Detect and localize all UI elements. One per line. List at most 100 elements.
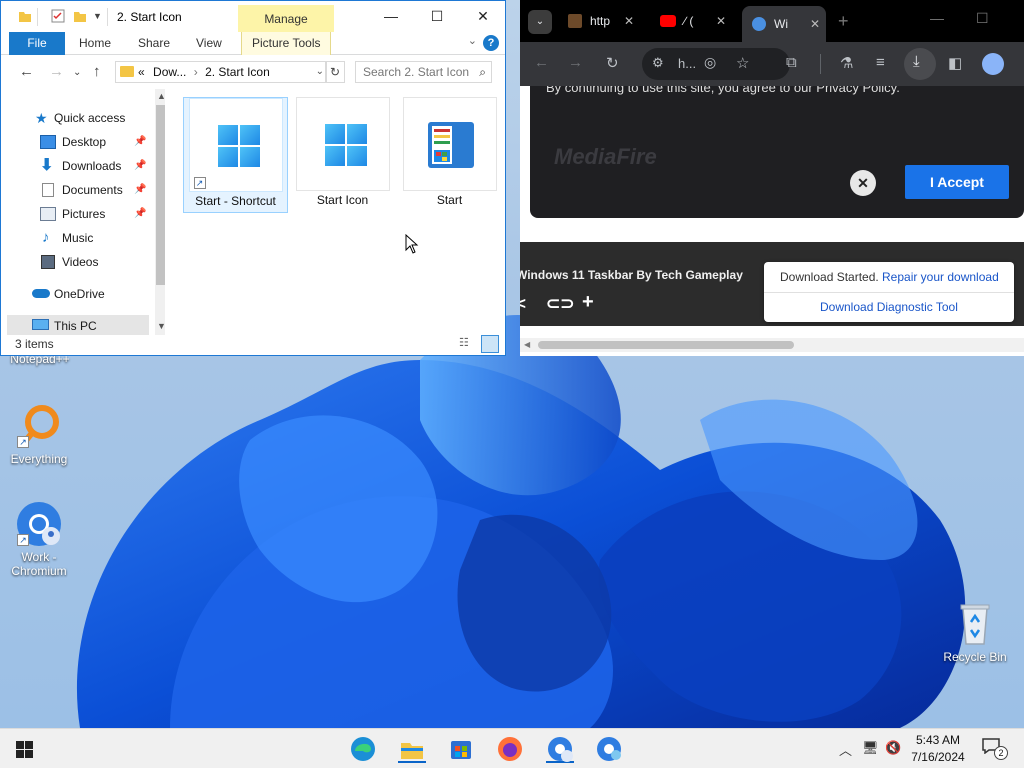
- refresh-button[interactable]: ↻: [325, 61, 345, 83]
- scroll-left-icon[interactable]: ◀: [524, 340, 530, 349]
- tab-picture-tools[interactable]: Picture Tools: [241, 32, 332, 55]
- minimize-button[interactable]: —: [930, 10, 944, 26]
- scroll-down-icon[interactable]: ▼: [157, 321, 165, 331]
- side-panel-icon[interactable]: ◧: [948, 54, 962, 72]
- browser-tab-1[interactable]: http ✕: [560, 6, 640, 36]
- nav-item-this-pc[interactable]: This PC: [7, 315, 149, 335]
- chromium-browser-window[interactable]: ⌄ http ✕ ∕ ( ✕ Wi ✕ + — ☐ ← → ↻ ⚙ h... ◎…: [520, 0, 1024, 356]
- file-start-icon[interactable]: Start Icon: [290, 97, 395, 213]
- share-icon[interactable]: <: [520, 294, 526, 314]
- network-icon[interactable]: 🖥: [862, 740, 879, 756]
- microsoft-store-icon[interactable]: [447, 735, 475, 763]
- back-arrow-icon[interactable]: ←: [19, 63, 34, 80]
- address-bar[interactable]: ⚙ h... ◎ ☆: [642, 48, 790, 80]
- large-icons-view-icon[interactable]: [481, 335, 499, 353]
- consent-text: By continuing to use this site, you agre…: [546, 86, 900, 95]
- nav-item-music[interactable]: ♪ Music: [7, 227, 149, 249]
- media-controls-icon[interactable]: ≡: [876, 54, 885, 71]
- volume-muted-icon[interactable]: 🔇: [885, 740, 901, 756]
- explorer-title-bar[interactable]: ▼ 2. Start Icon Manage — ☐ ✕: [1, 1, 505, 32]
- file-start[interactable]: Start: [397, 97, 502, 213]
- tab-file[interactable]: File: [9, 32, 65, 55]
- nav-label: OneDrive: [54, 287, 105, 301]
- new-tab-icon[interactable]: +: [838, 11, 849, 32]
- download-button[interactable]: ⤓: [904, 48, 936, 80]
- repair-download-link[interactable]: Repair your download: [882, 270, 999, 284]
- firefox-icon[interactable]: [496, 735, 524, 763]
- scrollbar-thumb[interactable]: [538, 341, 794, 349]
- nav-item-desktop[interactable]: Desktop 📌: [7, 131, 149, 153]
- chromium-favicon: [752, 17, 766, 31]
- chromium-work-icon[interactable]: [546, 735, 574, 763]
- tab-close-icon[interactable]: ✕: [716, 6, 726, 36]
- edge-icon[interactable]: [349, 735, 377, 763]
- browser-tab-2[interactable]: ∕ ( ✕: [652, 6, 732, 36]
- up-arrow-icon[interactable]: ↑: [93, 63, 101, 80]
- reload-icon[interactable]: ↻: [606, 54, 619, 72]
- file-explorer-window[interactable]: ▼ 2. Start Icon Manage — ☐ ✕ File Home S…: [0, 0, 506, 356]
- back-arrow-icon[interactable]: ←: [534, 54, 549, 71]
- file-start-shortcut[interactable]: ↗ Start - Shortcut: [183, 97, 288, 213]
- close-button[interactable]: ✕: [460, 1, 506, 32]
- notification-center-button[interactable]: 2: [982, 738, 1008, 760]
- tab-share[interactable]: Share: [128, 32, 180, 55]
- forward-arrow-icon[interactable]: →: [568, 54, 583, 71]
- address-bar[interactable]: « Dow... › 2. Start Icon ⌄: [115, 61, 327, 83]
- nav-item-downloads[interactable]: ⬇ Downloads 📌: [7, 155, 149, 177]
- nav-item-onedrive[interactable]: OneDrive: [7, 283, 149, 305]
- customize-quick-access-icon[interactable]: ▼: [93, 11, 107, 25]
- scrollbar-thumb[interactable]: [156, 105, 165, 285]
- breadcrumb-current[interactable]: 2. Start Icon: [205, 65, 270, 79]
- desktop-icon-recycle-bin[interactable]: Recycle Bin: [937, 600, 1013, 664]
- chromium-icon[interactable]: [595, 735, 623, 763]
- desktop-icon-work-chromium[interactable]: ↗ Work - Chromium: [1, 500, 77, 578]
- video-title[interactable]: Windows 11 Taskbar By Tech Gameplay: [520, 268, 743, 282]
- accept-button[interactable]: I Accept: [905, 165, 1009, 199]
- nav-label: Pictures: [62, 207, 106, 221]
- file-explorer-icon[interactable]: [398, 735, 426, 763]
- horizontal-scrollbar[interactable]: ◀: [520, 338, 1024, 352]
- site-info-icon[interactable]: ⚙: [652, 55, 664, 71]
- tab-view[interactable]: View: [186, 32, 232, 55]
- forward-arrow-icon[interactable]: →: [49, 63, 64, 80]
- details-view-icon[interactable]: ☷: [459, 336, 475, 352]
- properties-icon[interactable]: [51, 9, 65, 23]
- tracking-protection-icon[interactable]: ◎: [704, 54, 716, 71]
- show-hidden-icons-chevron[interactable]: ︿: [839, 740, 852, 759]
- nav-item-videos[interactable]: Videos: [7, 251, 149, 273]
- nav-item-pictures[interactable]: Pictures 📌: [7, 203, 149, 225]
- labs-flask-icon[interactable]: ⚗: [840, 54, 853, 72]
- breadcrumb-downloads[interactable]: Dow...: [153, 65, 186, 79]
- recent-locations-icon[interactable]: ⌄: [73, 67, 81, 78]
- navigation-pane[interactable]: ★ Quick access Desktop 📌 ⬇ Downloads 📌 D…: [7, 89, 165, 335]
- add-icon[interactable]: +: [582, 291, 594, 314]
- copy-link-icon[interactable]: ⊂⊃: [546, 294, 575, 314]
- nav-item-documents[interactable]: Documents 📌: [7, 179, 149, 201]
- nav-pane-scrollbar[interactable]: ▲ ▼: [155, 89, 165, 335]
- consent-close-button[interactable]: ✕: [850, 170, 876, 196]
- tab-home[interactable]: Home: [69, 32, 121, 55]
- new-folder-icon[interactable]: [73, 9, 87, 23]
- help-icon[interactable]: ?: [483, 35, 499, 51]
- browser-tab-active[interactable]: Wi ✕: [742, 6, 826, 42]
- maximize-button[interactable]: ☐: [976, 10, 989, 27]
- diagnostic-tool-link[interactable]: Download Diagnostic Tool: [820, 300, 958, 314]
- start-button[interactable]: [16, 741, 33, 758]
- manage-contextual-tab[interactable]: Manage: [238, 5, 334, 32]
- maximize-button[interactable]: ☐: [414, 1, 460, 32]
- bookmark-star-icon[interactable]: ☆: [736, 54, 749, 72]
- search-input[interactable]: Search 2. Start Icon ⌕: [355, 61, 492, 83]
- extensions-icon[interactable]: ⧉: [786, 54, 797, 71]
- address-dropdown-icon[interactable]: ⌄: [316, 62, 324, 82]
- expand-ribbon-icon[interactable]: ⌄: [468, 34, 477, 47]
- tab-search-icon[interactable]: ⌄: [528, 10, 552, 34]
- youtube-icon: [660, 15, 676, 27]
- profile-avatar-icon[interactable]: [982, 53, 1004, 75]
- clock[interactable]: 5:43 AM 7/16/2024: [904, 732, 972, 766]
- nav-item-quick-access[interactable]: ★ Quick access: [7, 107, 149, 129]
- scroll-up-icon[interactable]: ▲: [157, 91, 165, 101]
- tab-close-icon[interactable]: ✕: [810, 9, 820, 39]
- minimize-button[interactable]: —: [368, 1, 414, 32]
- tab-close-icon[interactable]: ✕: [624, 6, 634, 36]
- desktop-icon-everything[interactable]: ↗ Everything: [1, 402, 77, 466]
